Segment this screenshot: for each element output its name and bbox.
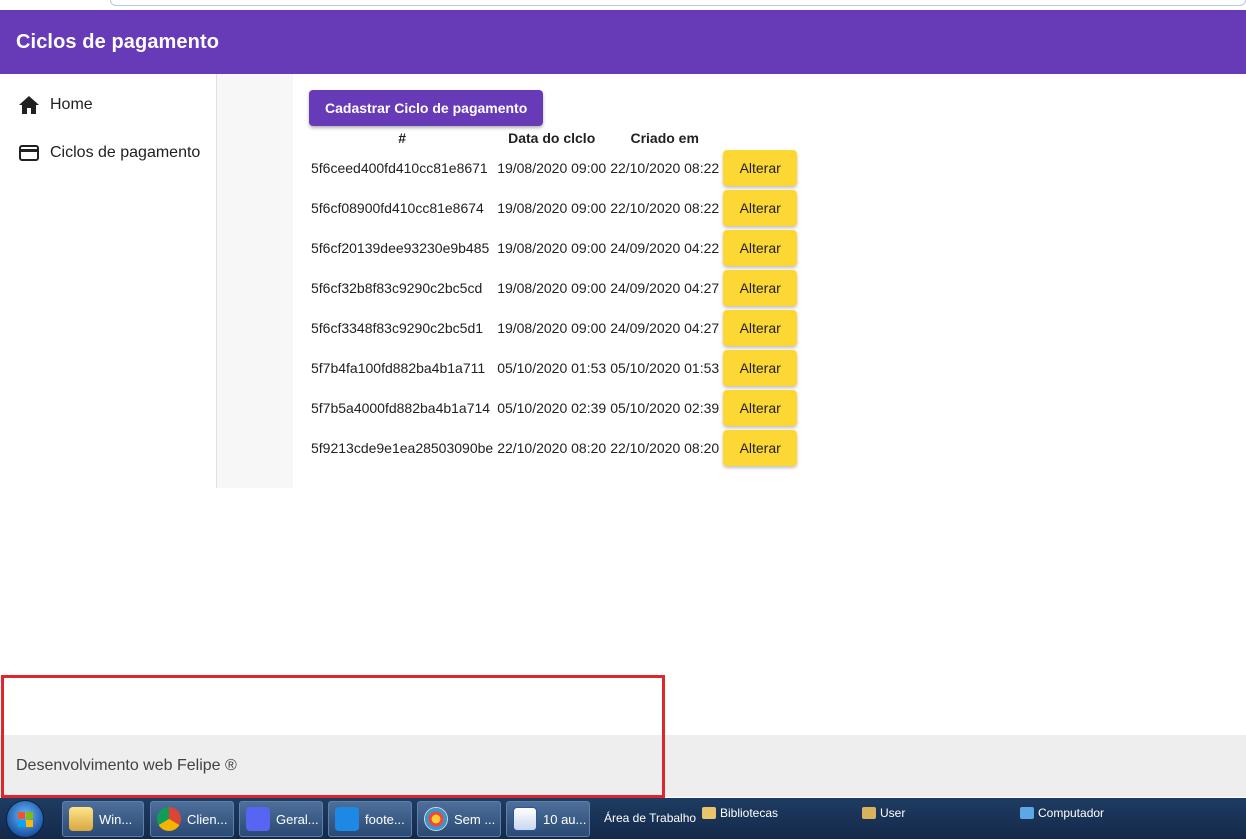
table-row: 5f6cf20139dee93230e9b485 19/08/2020 09:00…: [309, 228, 799, 268]
cell-created-at: 05/10/2020 02:39: [610, 400, 720, 416]
cell-cycle-date: 19/08/2020 09:00: [497, 240, 607, 256]
table-header-row: # Data do clclo Criado em: [309, 128, 799, 148]
cell-cycle-date: 19/08/2020 09:00: [497, 160, 607, 176]
cell-cycle-date: 22/10/2020 08:20: [497, 440, 607, 456]
cell-id: 5f6cf32b8f83c9290c2bc5cd: [311, 280, 483, 296]
table-body: 5f6ceed400fd410cc81e8671 19/08/2020 09:00…: [309, 148, 799, 468]
edit-cycle-button[interactable]: Alterar: [723, 390, 798, 426]
cell-created-at: 24/09/2020 04:22: [610, 240, 720, 256]
cell-actions: Alterar: [721, 388, 799, 428]
cell-id: 5f6cf08900fd410cc81e8674: [311, 200, 484, 216]
taskbar-paint[interactable]: Sem ...: [417, 801, 501, 837]
address-bar[interactable]: [110, 0, 1246, 6]
taskbar-libraries-link[interactable]: Bibliotecas: [702, 806, 778, 820]
app-title: Ciclos de pagamento: [16, 30, 220, 53]
windows-logo-icon: [18, 812, 34, 828]
cell-actions: Alterar: [721, 268, 799, 308]
column-header-id: #: [398, 130, 406, 146]
sidebar-item-home[interactable]: Home: [0, 81, 216, 129]
chrome-icon: [157, 807, 181, 831]
table-row: 5f9213cde9e1ea28503090be 22/10/2020 08:20…: [309, 428, 799, 468]
footer: Desenvolvimento web Felipe ®: [0, 735, 1246, 797]
footer-text: Desenvolvimento web Felipe ®: [16, 757, 237, 774]
column-header-created: Criado em: [630, 130, 699, 146]
taskbar-computer-link[interactable]: Computador: [1020, 806, 1104, 820]
start-button[interactable]: [6, 800, 44, 838]
home-icon: [18, 94, 40, 116]
edit-cycle-button[interactable]: Alterar: [723, 310, 798, 346]
cell-cycle-date: 19/08/2020 09:00: [497, 280, 607, 296]
browser-address-strip: [0, 0, 1246, 10]
cell-id: 5f7b5a4000fd882ba4b1a714: [311, 400, 491, 416]
cell-actions: Alterar: [721, 308, 799, 348]
cell-id: 5f9213cde9e1ea28503090be: [311, 440, 494, 456]
column-header-date: Data do clclo: [508, 130, 596, 146]
taskbar-desktop-toolbar[interactable]: Área de Trabalho: [604, 811, 696, 825]
cell-actions: Alterar: [721, 148, 799, 188]
cell-actions: Alterar: [721, 348, 799, 388]
sidebar-item-label: Home: [50, 96, 93, 113]
taskbar-word[interactable]: 10 au...: [506, 801, 590, 837]
cell-created-at: 22/10/2020 08:20: [610, 440, 720, 456]
table-row: 5f6cf32b8f83c9290c2bc5cd 19/08/2020 09:00…: [309, 268, 799, 308]
cell-cycle-date: 19/08/2020 09:00: [497, 320, 607, 336]
discord-icon: [246, 807, 270, 831]
edit-cycle-button[interactable]: Alterar: [723, 230, 798, 266]
table-row: 5f6cf08900fd410cc81e8674 19/08/2020 09:00…: [309, 188, 799, 228]
sidebar-item-ciclos[interactable]: Ciclos de pagamento: [0, 129, 216, 177]
taskbar-explorer[interactable]: Win...: [62, 801, 144, 837]
table-row: 5f6ceed400fd410cc81e8671 19/08/2020 09:00…: [309, 148, 799, 188]
vscode-icon: [335, 807, 359, 831]
edit-cycle-button[interactable]: Alterar: [723, 150, 798, 186]
cell-id: 5f6cf20139dee93230e9b485: [311, 240, 490, 256]
user-folder-icon: [862, 807, 876, 819]
libraries-icon: [702, 807, 716, 819]
cell-cycle-date: 05/10/2020 02:39: [497, 400, 607, 416]
sidebar-drawer: Home Ciclos de pagamento: [0, 74, 217, 488]
cell-created-at: 24/09/2020 04:27: [610, 280, 720, 296]
taskbar-discord[interactable]: Geral...: [239, 801, 323, 837]
cell-created-at: 24/09/2020 04:27: [610, 320, 720, 336]
main-content: Cadastrar Ciclo de pagamento # Data do c…: [293, 74, 1246, 488]
column-header-actions: [721, 128, 799, 148]
taskbar-vscode[interactable]: foote...: [328, 801, 412, 837]
table-row: 5f7b5a4000fd882ba4b1a714 05/10/2020 02:39…: [309, 388, 799, 428]
edit-cycle-button[interactable]: Alterar: [723, 350, 798, 386]
cell-created-at: 22/10/2020 08:22: [610, 200, 720, 216]
table-row: 5f6cf3348f83c9290c2bc5d1 19/08/2020 09:00…: [309, 308, 799, 348]
taskbar-user-link[interactable]: User: [862, 806, 905, 820]
cell-actions: Alterar: [721, 428, 799, 468]
taskbar-chrome[interactable]: Clien...: [150, 801, 234, 837]
app-bar: Ciclos de pagamento: [0, 10, 1246, 74]
cell-actions: Alterar: [721, 228, 799, 268]
cell-actions: Alterar: [721, 188, 799, 228]
content-gutter: [217, 74, 293, 488]
cell-cycle-date: 05/10/2020 01:53: [497, 360, 607, 376]
edit-cycle-button[interactable]: Alterar: [723, 430, 798, 466]
paint-icon: [424, 807, 448, 831]
cell-created-at: 22/10/2020 08:22: [610, 160, 720, 176]
cell-created-at: 05/10/2020 01:53: [610, 360, 720, 376]
cell-id: 5f6ceed400fd410cc81e8671: [311, 160, 488, 176]
edit-cycle-button[interactable]: Alterar: [723, 190, 798, 226]
cell-cycle-date: 19/08/2020 09:00: [497, 200, 607, 216]
taskbar: Win... Clien... Geral... foote... Sem ..…: [0, 798, 1246, 839]
word-document-icon: [513, 807, 537, 831]
cell-id: 5f6cf3348f83c9290c2bc5d1: [311, 320, 484, 336]
sidebar-item-label: Ciclos de pagamento: [50, 144, 201, 161]
table-row: 5f7b4fa100fd882ba4b1a711 05/10/2020 01:53…: [309, 348, 799, 388]
computer-icon: [1020, 807, 1034, 819]
credit-card-icon: [18, 142, 40, 164]
cycles-table: # Data do clclo Criado em 5f6ceed400fd41…: [309, 128, 799, 468]
create-cycle-button[interactable]: Cadastrar Ciclo de pagamento: [309, 90, 544, 126]
edit-cycle-button[interactable]: Alterar: [723, 270, 798, 306]
folder-icon: [69, 807, 93, 831]
cell-id: 5f7b4fa100fd882ba4b1a711: [311, 360, 486, 376]
